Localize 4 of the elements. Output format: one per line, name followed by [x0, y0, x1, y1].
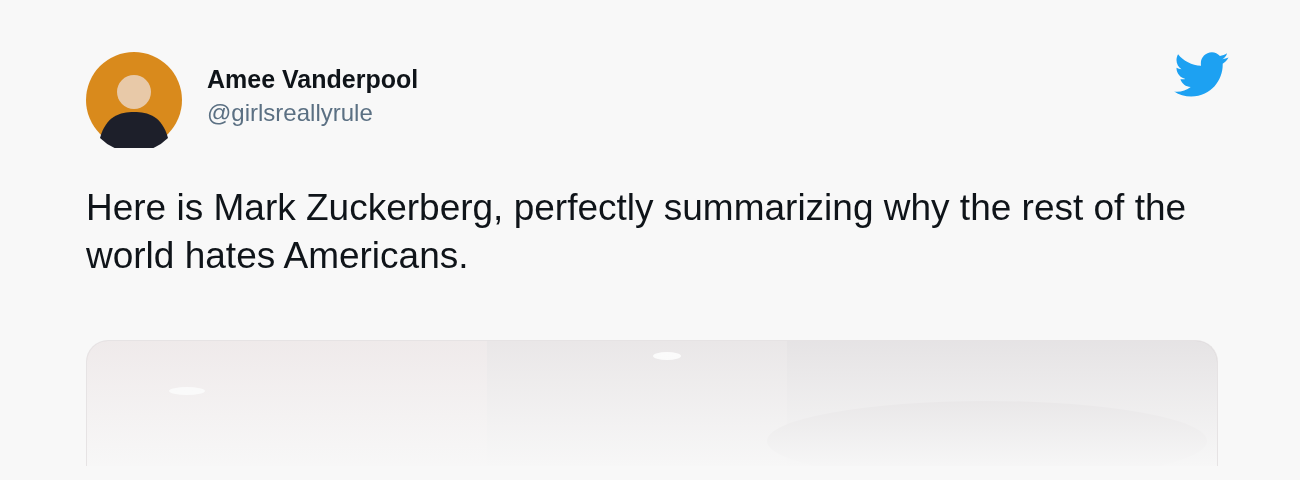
author-handle: @girlsreallyrule [207, 98, 374, 128]
bird-icon[interactable] [1174, 52, 1230, 98]
tweet-text: Here is Mark Zuckerberg, perfectly summarizing why the rest of the world hates Americans. [86, 186, 1188, 278]
author-name: Amee Vanderpool [207, 64, 420, 95]
